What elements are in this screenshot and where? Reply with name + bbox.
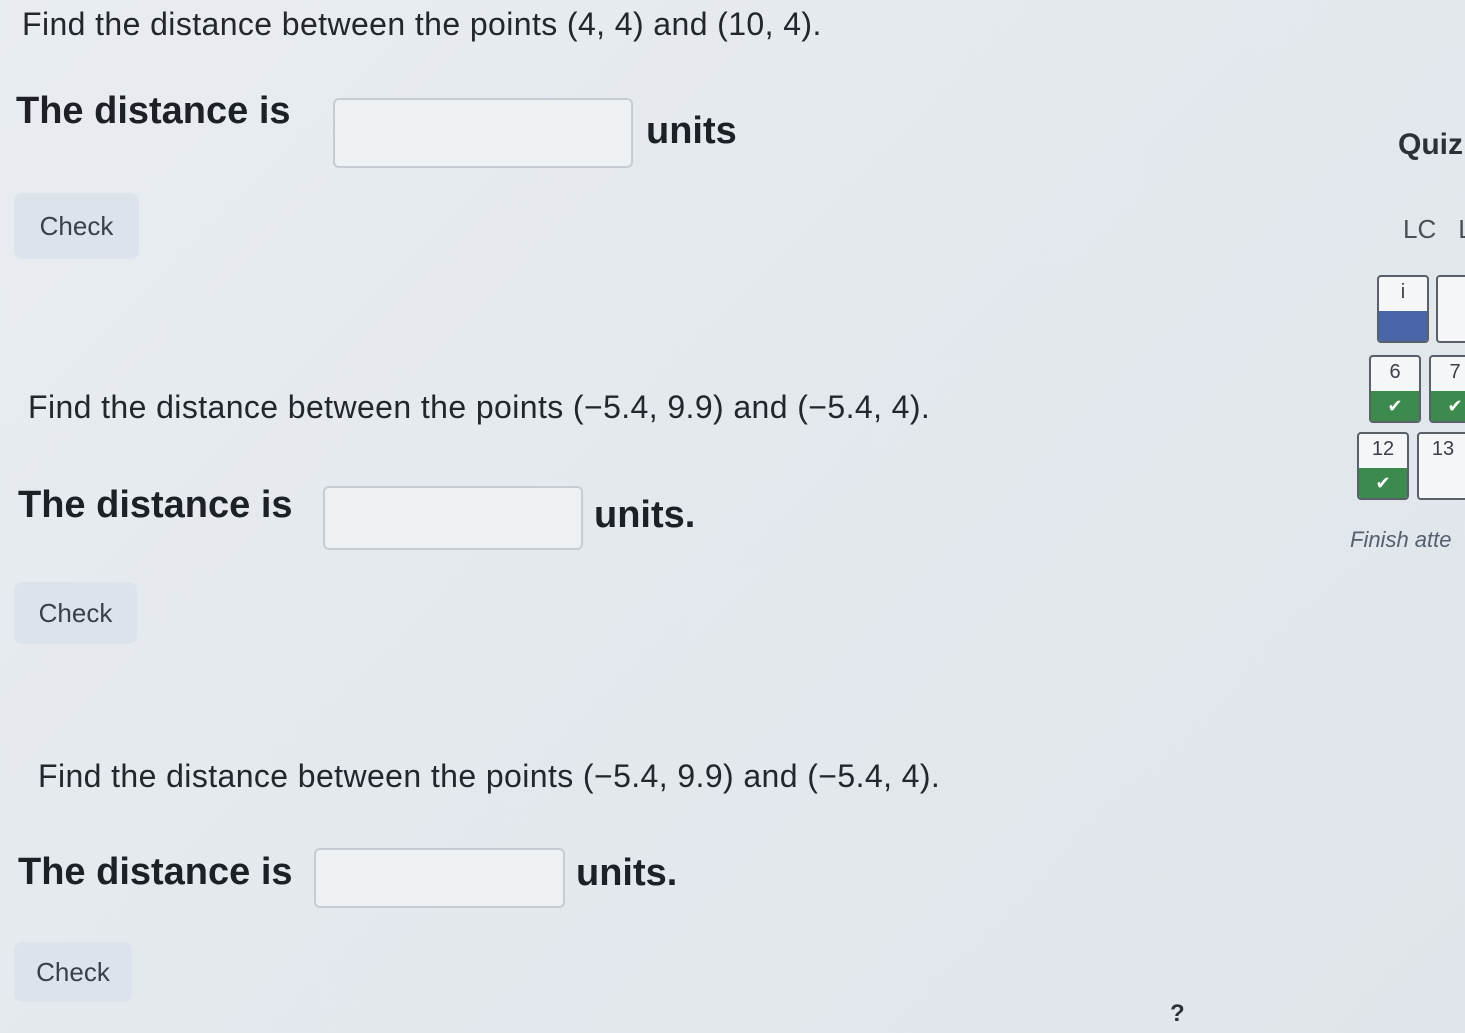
l-label: L [1458, 214, 1465, 244]
check-mark-icon: ✔ [1431, 391, 1465, 421]
answer-prefix-label: The distance is [18, 851, 293, 893]
quiz-nav-button-7[interactable]: 7 ✔ [1429, 355, 1465, 423]
distance-answer-input[interactable] [323, 486, 583, 550]
quiz-nav-button-i[interactable]: i [1377, 275, 1429, 343]
check-button[interactable]: Check [14, 582, 137, 644]
units-label: units. [594, 494, 696, 536]
nav-button-number: i [1400, 281, 1406, 303]
help-icon[interactable]: ? [1170, 1000, 1185, 1028]
finish-attempt-link[interactable]: Finish atte [1350, 527, 1452, 553]
check-button[interactable]: Check [14, 193, 139, 259]
quiz-navigation-title: Quiz [1398, 128, 1463, 161]
answer-prefix-label: The distance is [18, 484, 293, 526]
lc-label: LC [1403, 214, 1437, 244]
distance-answer-input[interactable] [314, 848, 565, 908]
nav-button-number: 12 [1371, 438, 1395, 460]
quiz-nav-button-13[interactable]: 13 [1417, 432, 1465, 500]
question-prompt: Find the distance between the points (4,… [22, 6, 822, 42]
question-prompt: Find the distance between the points (−5… [38, 758, 941, 794]
quiz-nav-button[interactable] [1436, 275, 1465, 343]
nav-button-number: 7 [1449, 361, 1461, 383]
distance-answer-input[interactable] [333, 98, 633, 168]
nav-button-number: 6 [1389, 361, 1401, 383]
question-prompt: Find the distance between the points (−5… [28, 389, 931, 425]
nav-button-number: 13 [1431, 438, 1455, 460]
check-mark-icon: ✔ [1359, 468, 1407, 498]
quiz-nav-button-12[interactable]: 12 ✔ [1357, 432, 1409, 500]
current-question-indicator [1379, 311, 1427, 341]
check-mark-icon: ✔ [1371, 391, 1419, 421]
answer-prefix-label: The distance is [16, 90, 291, 132]
units-label: units. [576, 852, 678, 894]
quiz-nav-header: LC L [1403, 214, 1465, 245]
check-button[interactable]: Check [14, 942, 132, 1002]
units-label: units [646, 110, 737, 152]
quiz-nav-button-6[interactable]: 6 ✔ [1369, 355, 1421, 423]
